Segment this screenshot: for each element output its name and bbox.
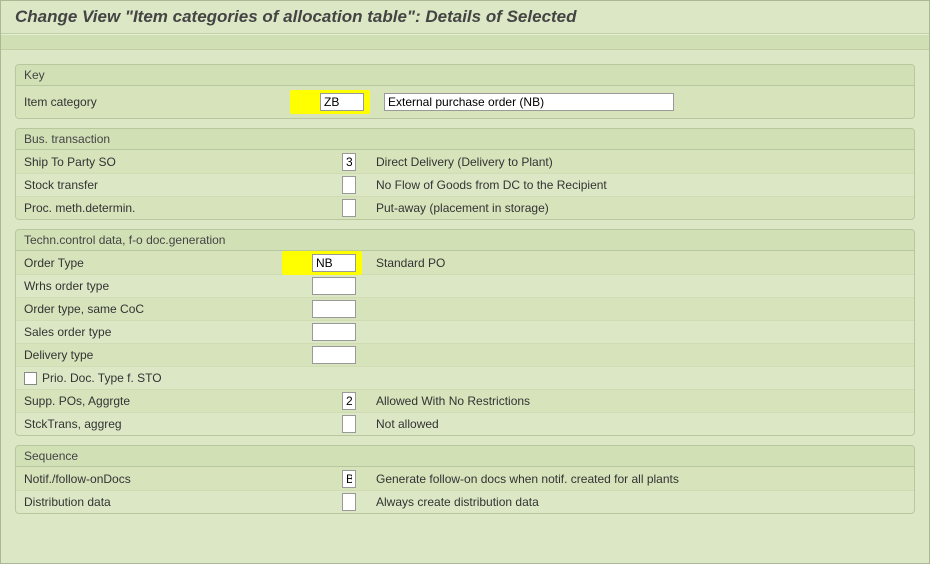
notif-input[interactable] <box>342 470 356 488</box>
ship-input[interactable] <box>342 153 356 171</box>
ot-same-label: Order type, same CoC <box>16 302 276 316</box>
wrhs-label: Wrhs order type <box>16 279 276 293</box>
proc-label: Proc. meth.determin. <box>16 201 276 215</box>
supp-desc: Allowed With No Restrictions <box>366 394 914 408</box>
supp-label: Supp. POs, Aggrgte <box>16 394 276 408</box>
wrhs-input[interactable] <box>312 277 356 295</box>
row-distribution: Distribution data Always create distribu… <box>16 490 914 513</box>
stock-label: Stock transfer <box>16 178 276 192</box>
proc-desc: Put-away (placement in storage) <box>366 201 914 215</box>
row-supp-pos: Supp. POs, Aggrgte Allowed With No Restr… <box>16 389 914 412</box>
item-category-desc-input[interactable] <box>384 93 674 111</box>
stck-desc: Not allowed <box>366 417 914 431</box>
panel-tech-header: Techn.control data, f-o doc.generation <box>16 230 914 251</box>
panel-key-header: Key <box>16 65 914 86</box>
panel-key: Key Item category <box>15 64 915 119</box>
prio-checkbox[interactable] <box>24 372 37 385</box>
ot-same-input[interactable] <box>312 300 356 318</box>
notif-label: Notif./follow-onDocs <box>16 472 276 486</box>
row-order-type: Order Type Standard PO <box>16 251 914 274</box>
row-order-type-same: Order type, same CoC <box>16 297 914 320</box>
ship-label: Ship To Party SO <box>16 155 276 169</box>
delivery-input[interactable] <box>312 346 356 364</box>
stock-input[interactable] <box>342 176 356 194</box>
sales-input[interactable] <box>312 323 356 341</box>
content-area: Key Item category Bus. transaction Ship … <box>1 50 929 537</box>
ship-desc: Direct Delivery (Delivery to Plant) <box>366 155 914 169</box>
order-type-desc: Standard PO <box>366 256 914 270</box>
item-category-input[interactable] <box>320 93 364 111</box>
sales-label: Sales order type <box>16 325 276 339</box>
delivery-label: Delivery type <box>16 348 276 362</box>
prio-label: Prio. Doc. Type f. STO <box>42 371 162 385</box>
toolbar-spacer <box>1 34 929 50</box>
row-stck-trans: StckTrans, aggreg Not allowed <box>16 412 914 435</box>
panel-tech-control: Techn.control data, f-o doc.generation O… <box>15 229 915 436</box>
order-type-input[interactable] <box>312 254 356 272</box>
row-prio-doc-type: Prio. Doc. Type f. STO <box>16 366 914 389</box>
row-delivery-type: Delivery type <box>16 343 914 366</box>
panel-sequence-header: Sequence <box>16 446 914 467</box>
stock-desc: No Flow of Goods from DC to the Recipien… <box>366 178 914 192</box>
row-notif: Notif./follow-onDocs Generate follow-on … <box>16 467 914 490</box>
dist-input[interactable] <box>342 493 356 511</box>
supp-input[interactable] <box>342 392 356 410</box>
row-wrhs-order-type: Wrhs order type <box>16 274 914 297</box>
notif-desc: Generate follow-on docs when notif. crea… <box>366 472 914 486</box>
page-title: Change View "Item categories of allocati… <box>1 1 929 34</box>
panel-bus-header: Bus. transaction <box>16 129 914 150</box>
dist-desc: Always create distribution data <box>366 495 914 509</box>
row-item-category: Item category <box>16 86 914 118</box>
item-category-label: Item category <box>24 95 284 109</box>
row-proc-meth: Proc. meth.determin. Put-away (placement… <box>16 196 914 219</box>
row-ship-to-party: Ship To Party SO Direct Delivery (Delive… <box>16 150 914 173</box>
panel-bus-transaction: Bus. transaction Ship To Party SO Direct… <box>15 128 915 220</box>
order-type-label: Order Type <box>16 256 276 270</box>
panel-sequence: Sequence Notif./follow-onDocs Generate f… <box>15 445 915 514</box>
proc-input[interactable] <box>342 199 356 217</box>
row-stock-transfer: Stock transfer No Flow of Goods from DC … <box>16 173 914 196</box>
stck-input[interactable] <box>342 415 356 433</box>
row-sales-order-type: Sales order type <box>16 320 914 343</box>
stck-label: StckTrans, aggreg <box>16 417 276 431</box>
dist-label: Distribution data <box>16 495 276 509</box>
